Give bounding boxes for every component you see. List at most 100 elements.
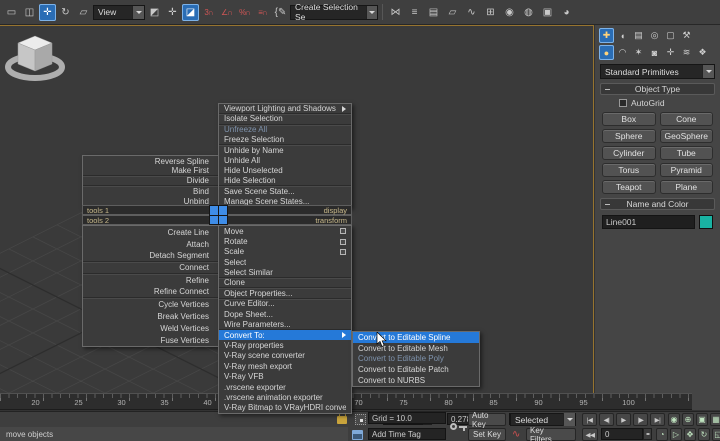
go-to-start-icon[interactable]: |◀	[582, 413, 597, 426]
menu-item[interactable]: Convert To:	[219, 330, 351, 340]
select-and-place-icon[interactable]: ✛	[164, 4, 181, 21]
folder-icon[interactable]: ▱	[444, 4, 461, 21]
menu-item[interactable]: Unhide All	[219, 155, 351, 165]
set-key-mode-icon[interactable]	[450, 422, 468, 432]
menu-item[interactable]: Convert to Editable Mesh	[353, 343, 479, 354]
menu-item[interactable]: Refine Connect	[83, 286, 218, 298]
frame-spinner[interactable]	[643, 428, 652, 440]
lights-category-icon[interactable]: ✶	[631, 45, 646, 60]
menu-item[interactable]: .vrscene exporter	[219, 382, 351, 392]
dropdown-button[interactable]	[702, 65, 714, 78]
menu-item[interactable]: Object Properties...	[219, 288, 351, 298]
field-of-view-icon[interactable]: ▷	[670, 428, 682, 441]
cameras-category-icon[interactable]: ◙	[647, 45, 662, 60]
object-type-button[interactable]: Plane	[660, 180, 714, 194]
current-frame-field[interactable]: 0	[601, 428, 643, 440]
prompt-window-icon[interactable]	[352, 430, 363, 440]
render-production-icon[interactable]: ◕	[558, 4, 575, 21]
layer-manager-icon[interactable]: ▤	[425, 4, 442, 21]
dropdown-button[interactable]	[563, 413, 575, 426]
snap-3d-icon[interactable]: 3∩	[200, 4, 217, 21]
menu-item[interactable]: Rotate	[219, 236, 351, 246]
autogrid-checkbox[interactable]	[619, 99, 627, 107]
menu-item[interactable]: Wire Parameters...	[219, 320, 351, 330]
menu-item[interactable]: Weld Vertices	[83, 322, 218, 334]
mirror-icon[interactable]: ⋈	[387, 4, 404, 21]
menu-item[interactable]: Convert to Editable Poly	[353, 354, 479, 365]
object-type-button[interactable]: Tube	[660, 146, 714, 160]
object-color-swatch[interactable]	[699, 215, 713, 229]
utilities-tab-icon[interactable]: ⚒	[679, 28, 694, 43]
next-frame-icon[interactable]: |▶	[633, 413, 648, 426]
go-to-previous-key-icon[interactable]: ◀◀	[582, 428, 598, 441]
zoom-extents-all-icon[interactable]: ▦	[710, 413, 720, 426]
menu-item[interactable]: Curve Editor...	[219, 299, 351, 309]
object-type-button[interactable]: Pyramid	[660, 163, 714, 177]
menu-item[interactable]: V-Ray VFB	[219, 371, 351, 381]
helpers-category-icon[interactable]: ✛	[663, 45, 678, 60]
systems-category-icon[interactable]: ❖	[695, 45, 710, 60]
menu-item[interactable]: Save Scene State...	[219, 186, 351, 196]
key-tangent-icon[interactable]: ∿	[512, 428, 520, 441]
menu-item[interactable]: Divide	[83, 176, 218, 186]
hierarchy-tab-icon[interactable]: ▤	[631, 28, 646, 43]
selection-set-key-dropdown[interactable]: Selected	[510, 413, 576, 426]
create-tab-icon[interactable]: ✚	[599, 28, 614, 43]
select-and-manipulate-icon[interactable]: ◩	[146, 4, 163, 21]
menu-item[interactable]: V-Ray scene converter	[219, 351, 351, 361]
spinner-snap-icon[interactable]: ≡∩	[254, 4, 271, 21]
orbit-icon[interactable]: ↻	[698, 428, 710, 441]
menu-item[interactable]: Attach	[83, 238, 218, 250]
key-filters-button[interactable]: Key Filters...	[526, 428, 576, 441]
menu-item[interactable]: Bind	[83, 186, 218, 196]
zoom-extents-icon[interactable]: ▣	[696, 413, 708, 426]
object-type-button[interactable]: Cone	[660, 112, 714, 126]
add-time-tag[interactable]: Add Time Tag	[368, 428, 446, 440]
settings-box-icon[interactable]	[340, 249, 346, 255]
menu-item[interactable]: Cycle Vertices	[83, 298, 218, 310]
menu-item[interactable]: Select	[219, 257, 351, 267]
menu-item[interactable]: Reverse Spline	[83, 156, 218, 166]
named-selection-set-dropdown[interactable]: Create Selection Se	[290, 5, 378, 20]
select-and-rotate-icon[interactable]: ↻	[57, 4, 74, 21]
settings-box-icon[interactable]	[340, 228, 346, 234]
align-icon[interactable]: ≡	[406, 4, 423, 21]
menu-item[interactable]: Move	[219, 226, 351, 236]
percent-snap-icon[interactable]: %∩	[236, 4, 253, 21]
dropdown-button[interactable]	[366, 6, 377, 19]
menu-item[interactable]: Unhide by Name	[219, 145, 351, 155]
rendered-frame-window-icon[interactable]: ▣	[539, 4, 556, 21]
menu-item[interactable]: V-Ray Bitmap to VRayHDRI converter	[219, 403, 351, 413]
angle-snap-icon[interactable]: ∠∩	[218, 4, 235, 21]
menu-item[interactable]: Isolate Selection	[219, 114, 351, 124]
dropdown-button[interactable]	[132, 6, 144, 19]
maximize-viewport-toggle-icon[interactable]: ◱	[712, 428, 720, 441]
object-type-button[interactable]: Sphere	[602, 129, 656, 143]
menu-item[interactable]: Hide Selection	[219, 176, 351, 186]
menu-item[interactable]: Convert to Editable Spline	[353, 332, 479, 343]
settings-box-icon[interactable]	[340, 239, 346, 245]
menu-item[interactable]: Make First	[83, 166, 218, 176]
previous-frame-icon[interactable]: ◀|	[599, 413, 614, 426]
menu-item[interactable]: Viewport Lighting and Shadows	[219, 104, 351, 114]
render-setup-icon[interactable]: ◍	[520, 4, 537, 21]
menu-item[interactable]: Break Vertices	[83, 310, 218, 322]
menu-item[interactable]: Scale	[219, 247, 351, 257]
menu-item[interactable]: Convert to NURBS	[353, 375, 479, 386]
select-object-icon[interactable]: ◫	[21, 4, 38, 21]
material-editor-icon[interactable]: ◉	[501, 4, 518, 21]
view-cube[interactable]	[0, 26, 70, 88]
set-key-button[interactable]: Set Key	[468, 428, 506, 441]
zoom-icon[interactable]: ⊕	[682, 413, 694, 426]
menu-item[interactable]: Refine	[83, 274, 218, 286]
menu-item[interactable]: .vrscene animation exporter	[219, 392, 351, 402]
menu-item[interactable]: Convert to Editable Patch	[353, 364, 479, 375]
key-mode-toggle-icon[interactable]: ◉	[668, 413, 680, 426]
menu-item[interactable]: Freeze Selection	[219, 135, 351, 145]
snaps-toggle-icon[interactable]: ◪	[182, 4, 199, 21]
geometry-category-icon[interactable]: ●	[599, 45, 614, 60]
lock-selection-icon[interactable]	[337, 416, 347, 424]
object-type-button[interactable]: Torus	[602, 163, 656, 177]
space-warps-category-icon[interactable]: ≋	[679, 45, 694, 60]
go-to-end-icon[interactable]: ▶|	[650, 413, 665, 426]
